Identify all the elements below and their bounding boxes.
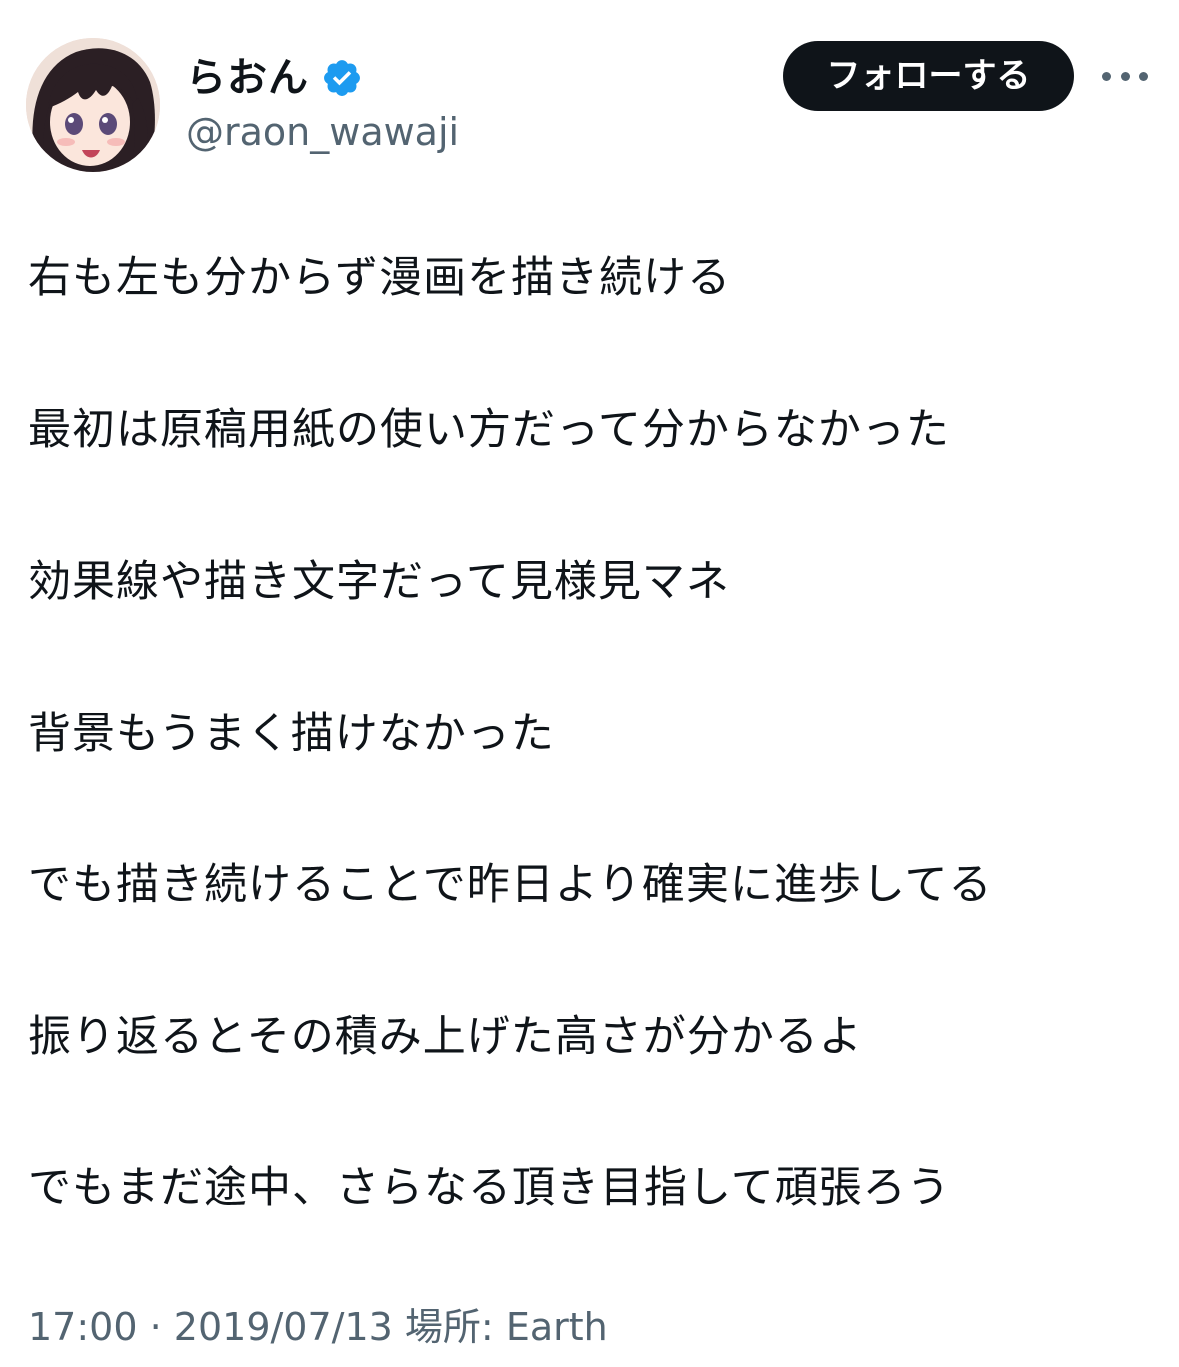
avatar[interactable] [26,38,160,172]
verified-badge-icon [324,60,360,96]
display-name[interactable]: らおん [186,50,309,106]
follow-button[interactable]: フォローする [783,41,1074,111]
tweet-time[interactable]: 17:00 [28,1305,138,1349]
author-name-row[interactable]: らおん [186,50,363,106]
location-label: 場所: [404,1305,494,1349]
tweet-line: 振り返るとその積み上げた高さが分かるよ [28,1012,863,1062]
tweet-line: でもまだ途中、さらなる頂き目指して頑張ろう [28,1163,951,1213]
tweet-line: でも描き続けることで昨日より確実に進歩してる [28,860,993,910]
more-horizontal-icon [1139,71,1148,81]
meta-separator: · [149,1305,162,1349]
author-handle[interactable]: @raon_wawaji [186,106,459,158]
tweet-line: 最初は原稿用紙の使い方だって分からなかった [28,405,950,455]
tweet-metadata: 17:00 · 2019/07/13 場所: Earth [28,1300,608,1354]
tweet-line: 背景もうまく描けなかった [28,709,555,759]
avatar-image [26,38,160,172]
location-value[interactable]: Earth [506,1305,608,1349]
more-horizontal-icon [1102,71,1111,81]
more-options-button[interactable] [1098,56,1152,96]
tweet-line: 右も左も分からず漫画を描き続ける [28,253,732,303]
tweet-line: 効果線や描き文字だって見様見マネ [28,557,730,607]
more-horizontal-icon [1120,71,1130,81]
tweet-date[interactable]: 2019/07/13 [174,1305,393,1349]
